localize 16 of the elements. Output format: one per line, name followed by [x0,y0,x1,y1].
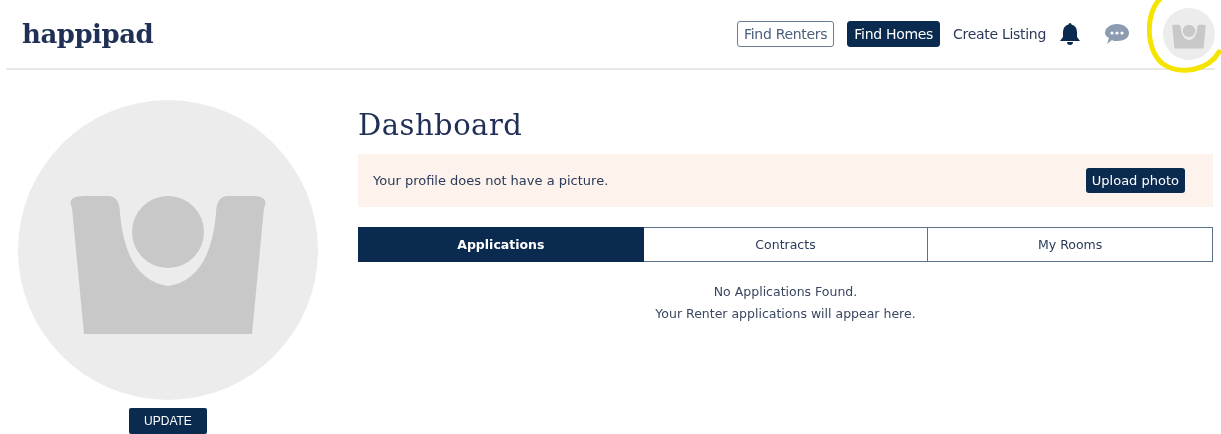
chat-icon[interactable] [1104,23,1130,45]
notice-text: Your profile does not have a picture. [373,173,609,188]
logo[interactable]: happipad [22,19,154,49]
tab[interactable]: Contracts [643,227,929,262]
create-listing-link[interactable]: Create Listing [953,22,1046,46]
empty-message: Your Renter applications will appear here. [655,306,916,321]
tab[interactable]: My Rooms [928,227,1213,262]
tab[interactable]: Applications [358,227,644,262]
update-button[interactable]: UPDATE [129,408,207,434]
empty-message: No Applications Found. [713,284,858,299]
nav-button[interactable]: Find Homes [847,21,941,47]
bell-icon[interactable] [1059,22,1081,46]
avatar-button[interactable] [1163,8,1215,60]
page-title: Dashboard [358,108,524,142]
nav-button[interactable]: Find Renters [737,21,835,47]
upload-photo-button[interactable]: Upload photo [1085,168,1185,193]
